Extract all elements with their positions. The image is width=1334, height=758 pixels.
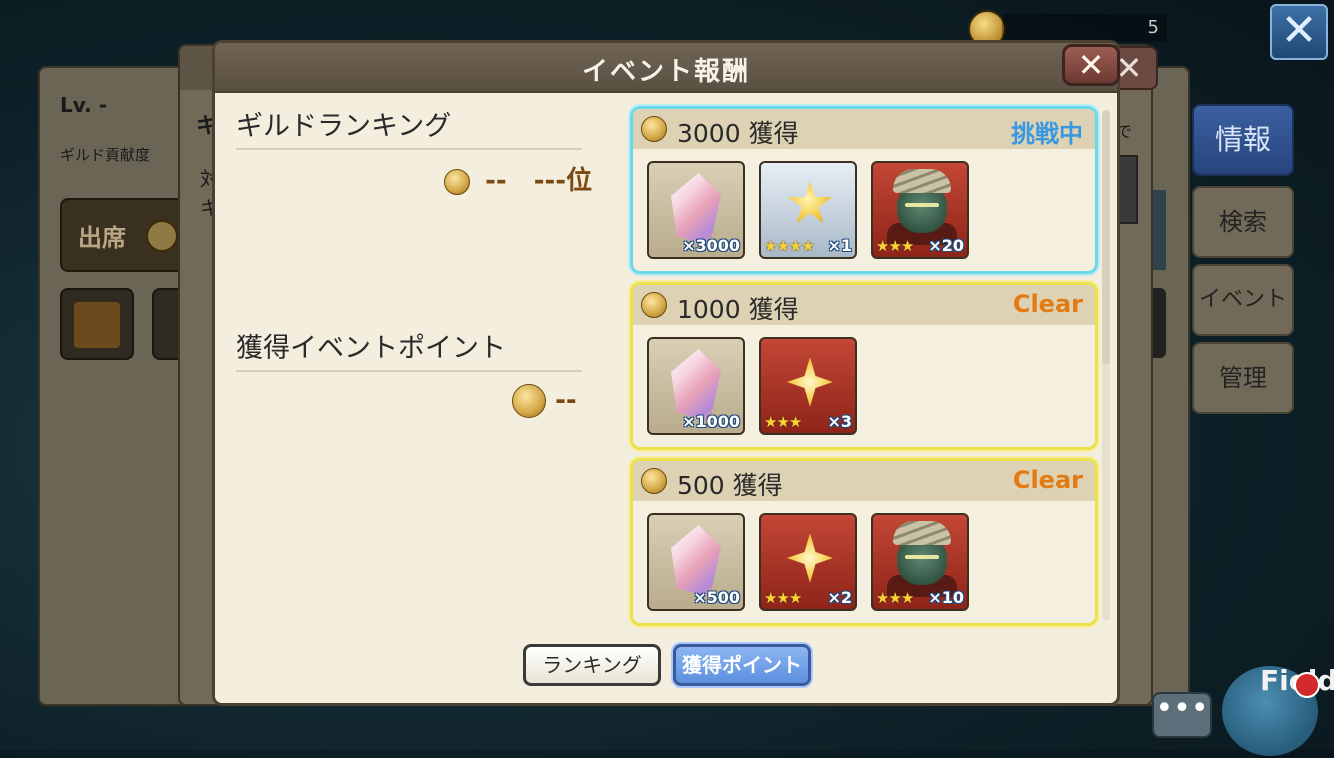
item-quantity: ×500	[693, 588, 740, 607]
currency-count: 5	[1147, 17, 1159, 38]
reward-item[interactable]: ×1000	[647, 337, 745, 435]
field-button[interactable]: Field	[1222, 648, 1334, 758]
tab-info[interactable]: 情報	[1192, 104, 1294, 176]
dialog-title: イベント報酬	[581, 57, 750, 87]
attend-label: 出席	[78, 224, 126, 252]
reward-status: Clear	[1012, 290, 1083, 318]
event-coin-icon	[444, 168, 470, 195]
reward-threshold: 500 獲得	[677, 471, 783, 500]
reward-item[interactable]: ×500	[647, 513, 745, 611]
item-quantity: ×2	[827, 588, 852, 607]
reward-status: 挑戦中	[1011, 120, 1083, 148]
guild-contribution-label: ギルド貢献度	[60, 146, 151, 164]
item-quantity: ×20	[928, 236, 964, 255]
chat-button[interactable]: •••	[1152, 692, 1212, 738]
event-coin-icon	[641, 468, 667, 494]
reward-item[interactable]: ★★★ ×3	[759, 337, 857, 435]
item-quantity: ×3	[827, 412, 852, 431]
reward-item[interactable]: ★★★ ×2	[759, 513, 857, 611]
reward-status: Clear	[1012, 466, 1083, 494]
item-rarity-stars: ★★★★	[764, 237, 815, 255]
item-rarity-stars: ★★★	[764, 589, 802, 607]
event-points-value: --	[555, 385, 577, 416]
event-points-row: --	[512, 384, 577, 418]
tab-event[interactable]: イベント	[1192, 264, 1294, 336]
reward-item[interactable]: ×3000	[647, 161, 745, 259]
currency-counter: 5	[1002, 14, 1167, 42]
item-rarity-stars: ★★★	[876, 237, 914, 255]
reward-item[interactable]: ★★★★ ×1	[759, 161, 857, 259]
event-coin-icon	[512, 384, 546, 418]
spark-icon	[787, 357, 833, 407]
reward-threshold: 1000 獲得	[677, 295, 799, 324]
orc-warrior-icon	[887, 521, 957, 597]
tab-search[interactable]: 検索	[1192, 186, 1294, 258]
attend-coin-icon	[146, 220, 178, 252]
crystal-icon	[671, 349, 721, 421]
event-coin-icon	[641, 292, 667, 318]
crystal-icon	[671, 173, 721, 245]
crystal-icon	[671, 525, 721, 597]
star-icon	[787, 181, 833, 223]
guild-ranking-row: -- ---位	[444, 160, 592, 197]
event-coin-icon	[641, 116, 667, 142]
reward-scrollbar[interactable]	[1102, 110, 1110, 364]
item-quantity: ×1000	[682, 412, 740, 431]
reward-list[interactable]: 3000 獲得 挑戦中 ×3000 ★★★★ ×1 ★★★ ×20 1000 獲…	[630, 106, 1098, 626]
notification-dot-icon	[1294, 672, 1320, 698]
dialog-header: イベント報酬	[215, 43, 1117, 93]
reward-card-header: 500 獲得 Clear	[633, 461, 1095, 501]
item-quantity: ×1	[827, 236, 852, 255]
reward-threshold: 3000 獲得	[677, 119, 799, 148]
top-close-button[interactable]: ✕	[1270, 4, 1328, 60]
reward-card: 1000 獲得 Clear ×1000 ★★★ ×3	[630, 282, 1098, 450]
item-rarity-stars: ★★★	[876, 589, 914, 607]
earned-points-button[interactable]: 獲得ポイント	[673, 644, 811, 686]
item-rarity-stars: ★★★	[764, 413, 802, 431]
orc-warrior-icon	[887, 169, 957, 245]
reward-card: 500 獲得 Clear ×500 ★★★ ×2 ★★★ ×10	[630, 458, 1098, 626]
guild-ranking-rank: ---位	[533, 166, 593, 196]
tab-manage[interactable]: 管理	[1192, 342, 1294, 414]
dialog-close-button[interactable]: ✕	[1062, 44, 1120, 86]
reward-item[interactable]: ★★★ ×10	[871, 513, 969, 611]
guild-level: Lv. -	[60, 93, 108, 117]
reward-card-header: 1000 獲得 Clear	[633, 285, 1095, 325]
guild-emblem-icon[interactable]	[60, 288, 134, 360]
reward-card: 3000 獲得 挑戦中 ×3000 ★★★★ ×1 ★★★ ×20	[630, 106, 1098, 274]
spark-icon	[787, 533, 833, 583]
reward-card-header: 3000 獲得 挑戦中	[633, 109, 1095, 149]
item-quantity: ×3000	[682, 236, 740, 255]
guild-ranking-divider	[236, 148, 582, 150]
event-points-divider	[236, 370, 582, 372]
event-points-title: 獲得イベントポイント	[236, 333, 506, 364]
guild-ranking-title: ギルドランキング	[236, 111, 452, 142]
guild-ranking-points: --	[485, 166, 507, 196]
ranking-button[interactable]: ランキング	[523, 644, 661, 686]
item-quantity: ×10	[928, 588, 964, 607]
reward-item[interactable]: ★★★ ×20	[871, 161, 969, 259]
